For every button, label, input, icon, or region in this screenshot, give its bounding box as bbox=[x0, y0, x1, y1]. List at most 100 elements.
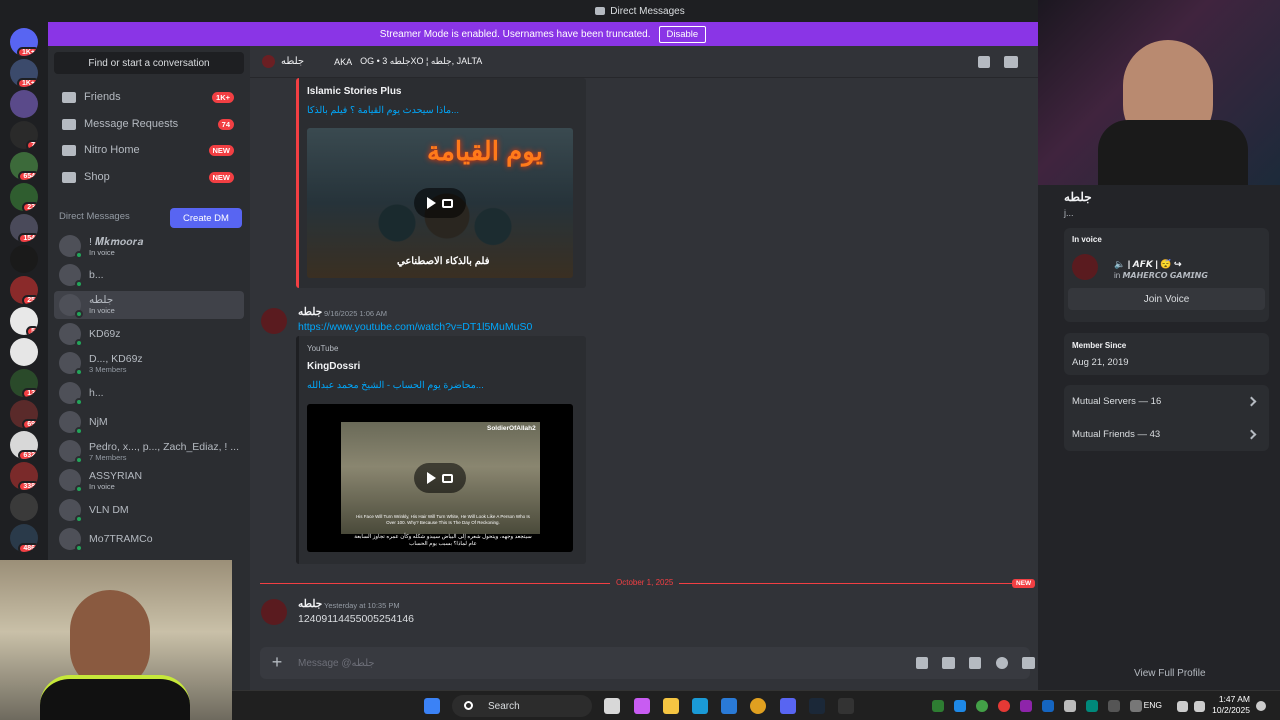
nav-shop[interactable]: Shop NEW bbox=[54, 164, 244, 190]
dm-conversation[interactable]: KD69z bbox=[54, 320, 244, 348]
create-dm-button[interactable]: Create DM bbox=[170, 208, 242, 228]
gift-icon[interactable] bbox=[916, 657, 928, 669]
server-icon[interactable] bbox=[10, 493, 38, 521]
message-avatar[interactable] bbox=[261, 308, 287, 334]
friends-icon bbox=[62, 91, 76, 103]
message-author[interactable]: جلطه bbox=[298, 306, 322, 318]
view-full-profile-link[interactable]: View Full Profile bbox=[1134, 668, 1206, 679]
dm-conversation[interactable]: ASSYRIAN In voice bbox=[54, 466, 244, 494]
emoji-icon[interactable] bbox=[996, 657, 1008, 669]
message-link[interactable]: https://www.youtube.com/watch?v=DT1l5MuM… bbox=[298, 321, 532, 333]
nav-friends[interactable]: Friends 1K+ bbox=[54, 84, 244, 110]
tray-icon[interactable] bbox=[976, 700, 988, 712]
dm-conversation[interactable]: Pedro, x..., p..., Zach_Ediaz, ! ... 7 Me… bbox=[54, 437, 244, 465]
gif-icon[interactable] bbox=[942, 657, 955, 669]
server-icon[interactable] bbox=[10, 338, 38, 366]
server-icon[interactable]: 7 bbox=[10, 121, 38, 149]
mic-icon[interactable] bbox=[1130, 700, 1142, 712]
embed-title-link[interactable]: محاضرة يوم الحساب - الشيخ محمد عبدالله..… bbox=[307, 380, 484, 391]
play-button[interactable] bbox=[414, 463, 466, 493]
avatar bbox=[59, 410, 83, 435]
message-author[interactable]: جلطه bbox=[298, 598, 322, 610]
member-count: 7 Members bbox=[89, 452, 127, 462]
nav-message-requests[interactable]: Message Requests 74 bbox=[54, 111, 244, 137]
language-indicator[interactable]: ENG bbox=[1144, 700, 1162, 710]
bluetooth-icon[interactable] bbox=[1042, 700, 1054, 712]
file-explorer-icon[interactable] bbox=[663, 698, 679, 714]
epic-games-icon[interactable] bbox=[838, 698, 854, 714]
tray-icon[interactable] bbox=[954, 700, 966, 712]
embed-author[interactable]: KingDossri bbox=[307, 361, 360, 372]
server-icon[interactable]: 5 bbox=[10, 307, 38, 335]
chrome-icon[interactable] bbox=[750, 698, 766, 714]
chat-area: جلطه AKA OG • 3 جلطهXO ¦ جلطه, JALTA Isl… bbox=[250, 46, 1038, 690]
server-mention-badge: 632 bbox=[18, 450, 38, 459]
message-avatar[interactable] bbox=[261, 599, 287, 625]
tray-icon[interactable] bbox=[1108, 700, 1120, 712]
server-icon[interactable]: 13 bbox=[10, 369, 38, 397]
dm-conversation[interactable]: جلطه In voice bbox=[54, 290, 244, 319]
dm-conversation[interactable]: b... bbox=[54, 261, 244, 289]
avatar bbox=[59, 235, 83, 259]
notification-bell-icon[interactable] bbox=[1256, 701, 1266, 711]
upload-plus-icon[interactable]: + bbox=[268, 653, 286, 672]
dm-conversation[interactable]: ! 𝑴𝒌𝒎𝒐𝒐𝒓𝒂 In voice bbox=[54, 232, 244, 260]
server-icon[interactable]: 69 bbox=[10, 400, 38, 428]
edge-icon[interactable] bbox=[692, 698, 708, 714]
embed-author[interactable]: Islamic Stories Plus bbox=[307, 86, 402, 97]
video-thumbnail[interactable]: يوم القيامة فلم بالذكاء الاصطناعي bbox=[307, 128, 573, 278]
tray-icon[interactable] bbox=[932, 700, 944, 712]
dm-conversation[interactable]: NjM bbox=[54, 408, 244, 436]
server-icon[interactable] bbox=[10, 245, 38, 273]
join-voice-button[interactable]: Join Voice bbox=[1068, 288, 1265, 310]
server-icon[interactable]: 1K+ bbox=[10, 59, 38, 87]
mutual-friends-button[interactable]: Mutual Friends — 43 bbox=[1072, 429, 1160, 440]
server-icon[interactable]: 154 bbox=[10, 214, 38, 242]
task-view-icon[interactable] bbox=[604, 698, 620, 714]
play-button[interactable] bbox=[414, 188, 466, 218]
server-icon[interactable]: 25 bbox=[10, 276, 38, 304]
message-input[interactable] bbox=[298, 654, 798, 672]
server-icon[interactable]: 486 bbox=[10, 524, 38, 552]
tray-icon[interactable] bbox=[1020, 700, 1032, 712]
activities-icon[interactable] bbox=[1022, 657, 1035, 669]
tray-icon[interactable] bbox=[998, 700, 1010, 712]
video-thumbnail[interactable]: SoldierOfAllah2 His Face Will Turn Wrink… bbox=[307, 404, 573, 552]
video-call-icon[interactable] bbox=[1004, 56, 1018, 68]
phone-call-icon[interactable] bbox=[978, 56, 990, 68]
volume-icon[interactable] bbox=[1194, 701, 1205, 712]
disable-streamer-button[interactable]: Disable bbox=[658, 25, 707, 43]
store-icon[interactable] bbox=[721, 698, 737, 714]
member-since-date: Aug 21, 2019 bbox=[1072, 357, 1129, 368]
sticker-icon[interactable] bbox=[969, 657, 981, 669]
server-icon[interactable]: 338 bbox=[10, 462, 38, 490]
server-icon[interactable] bbox=[10, 90, 38, 118]
tray-icon[interactable] bbox=[1086, 700, 1098, 712]
mutual-servers-button[interactable]: Mutual Servers — 16 bbox=[1072, 396, 1161, 407]
tray-icon[interactable] bbox=[1064, 700, 1076, 712]
wifi-icon[interactable] bbox=[1177, 701, 1188, 712]
embed-title-link[interactable]: ماذا سيحدث يوم القيامة ؟ فيلم بالذكا... bbox=[307, 105, 459, 116]
avatar bbox=[59, 264, 83, 289]
taskbar-clock[interactable]: 1:47 AM 10/2/2025 bbox=[1212, 694, 1250, 716]
server-icon[interactable]: 1K+ bbox=[10, 28, 38, 56]
dm-conversation[interactable]: D..., KD69z 3 Members bbox=[54, 349, 244, 377]
dm-conversation[interactable]: Mo7TRAMCo bbox=[54, 525, 244, 553]
streamer-mode-banner: Streamer Mode is enabled. Usernames have… bbox=[48, 22, 1038, 46]
taskbar-search[interactable]: Search bbox=[452, 695, 592, 717]
server-icon[interactable]: 654 bbox=[10, 152, 38, 180]
find-conversation-input[interactable]: Find or start a conversation bbox=[54, 52, 244, 74]
status-indicator bbox=[75, 426, 83, 435]
server-icon[interactable]: 632 bbox=[10, 431, 38, 459]
server-icon[interactable]: 23 bbox=[10, 183, 38, 211]
nav-nitro-home[interactable]: Nitro Home NEW bbox=[54, 137, 244, 163]
windows-start-icon[interactable] bbox=[424, 698, 440, 714]
dm-conversation[interactable]: VLN DM bbox=[54, 496, 244, 524]
discord-taskbar-icon[interactable] bbox=[780, 698, 796, 714]
dm-conversation[interactable]: h... bbox=[54, 379, 244, 407]
voice-channel-name: 🔈 | 𝘼𝙁𝙆 | 😴 ↪ bbox=[1114, 259, 1182, 269]
copilot-icon[interactable] bbox=[634, 698, 650, 714]
avatar bbox=[59, 440, 83, 465]
embed-provider[interactable]: YouTube bbox=[307, 344, 338, 353]
steam-icon[interactable] bbox=[809, 698, 825, 714]
